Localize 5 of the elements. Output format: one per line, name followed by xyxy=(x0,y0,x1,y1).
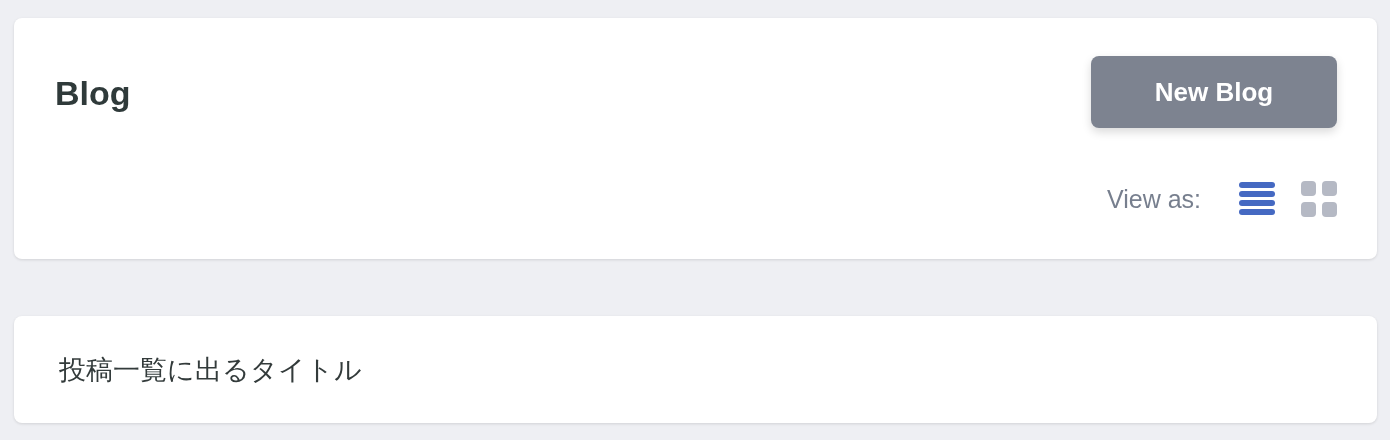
new-blog-button[interactable]: New Blog xyxy=(1091,56,1337,128)
list-view-icon[interactable] xyxy=(1239,181,1275,217)
post-title[interactable]: 投稿一覧に出るタイトル xyxy=(59,351,362,388)
view-as-label: View as: xyxy=(1106,184,1201,214)
page-title: Blog xyxy=(55,73,131,113)
